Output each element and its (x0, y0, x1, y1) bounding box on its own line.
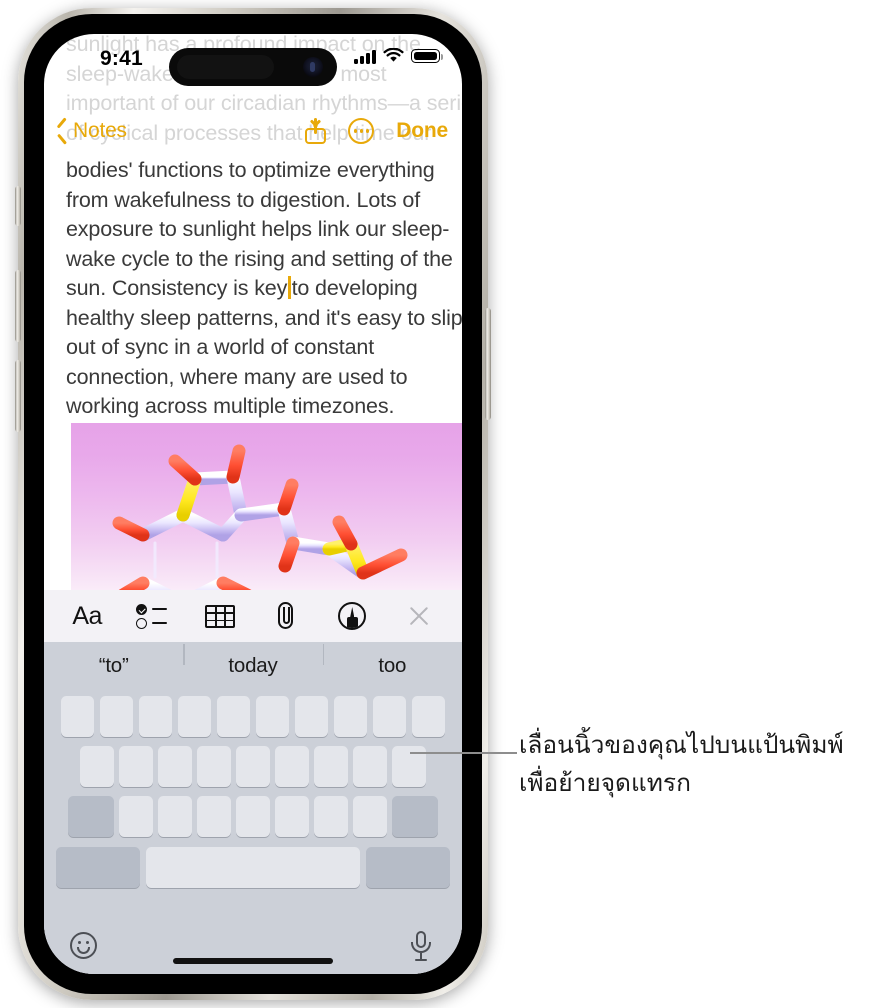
battery-full-icon (411, 49, 444, 63)
front-camera-icon (303, 57, 323, 77)
key[interactable] (275, 746, 309, 787)
molecule-illustration[interactable] (71, 423, 462, 595)
key[interactable] (158, 796, 192, 837)
back-to-notes-button[interactable]: Notes (56, 119, 127, 143)
key[interactable] (138, 696, 173, 737)
key[interactable] (216, 696, 251, 737)
share-icon[interactable] (305, 118, 327, 144)
power-button[interactable] (485, 308, 491, 420)
note-line: bodies' functions to optimize everything (66, 158, 435, 182)
screenshot-stage: sunlight has a profound impact on the sl… (0, 0, 875, 1008)
key[interactable] (275, 796, 309, 837)
note-text-body[interactable]: bodies' functions to optimize everything… (44, 156, 462, 422)
key[interactable] (177, 696, 212, 737)
suggestion-2[interactable]: too (322, 644, 462, 678)
wifi-icon (383, 48, 404, 62)
status-bar: 9:41 (44, 34, 462, 86)
key[interactable] (255, 696, 290, 737)
key[interactable] (314, 796, 348, 837)
suggestion-1[interactable]: today (183, 644, 322, 678)
return-key[interactable] (365, 847, 450, 888)
table-icon[interactable] (199, 598, 241, 634)
key[interactable] (99, 696, 134, 737)
device-screen: sunlight has a profound impact on the sl… (44, 34, 462, 974)
key[interactable] (236, 796, 270, 837)
shift-key[interactable] (67, 796, 114, 837)
chevron-left-icon (56, 122, 67, 141)
volume-down-button[interactable] (15, 360, 21, 432)
markup-pen-icon[interactable] (331, 598, 373, 634)
dynamic-island (169, 48, 337, 86)
predictive-text-bar: “to” today too (44, 642, 462, 690)
home-indicator[interactable] (173, 958, 333, 964)
key[interactable] (158, 746, 192, 787)
note-line-with-caret: sun. Consistency is key to developing (66, 274, 440, 304)
cellular-bars-icon (354, 49, 376, 64)
key[interactable] (236, 746, 270, 787)
note-line: out of sync in a world of constant (66, 335, 375, 359)
key[interactable] (197, 796, 231, 837)
key[interactable] (60, 696, 95, 737)
iphone-device: sunlight has a profound impact on the sl… (15, 8, 491, 1000)
note-line: wake cycle to the rising and setting of … (66, 246, 453, 271)
keyboard-bottom-bar (44, 926, 462, 974)
note-line: connection, where many are used to (66, 364, 408, 389)
text-insertion-caret (288, 276, 291, 299)
caret-line-suffix: to developing (291, 276, 418, 300)
volume-up-button[interactable] (15, 270, 21, 342)
note-line: working across multiple timezones. (66, 394, 395, 418)
dynamic-island-pill (177, 55, 274, 79)
status-indicators (354, 48, 444, 64)
done-button[interactable]: Done (396, 119, 448, 143)
format-text-label: Aa (72, 601, 102, 630)
note-line: exposure to sunlight helps link our slee… (66, 217, 450, 241)
numbers-key[interactable] (56, 847, 141, 888)
format-text-icon[interactable]: Aa (66, 598, 108, 634)
key[interactable] (333, 696, 368, 737)
callout-leader-line (410, 752, 517, 755)
key[interactable] (119, 746, 153, 787)
keyboard-row-3 (44, 787, 462, 837)
key[interactable] (372, 696, 407, 737)
attachment-paperclip-icon[interactable] (265, 598, 307, 634)
callout-line-1: เลื่อนนิ้วของคุณไปบนแป้นพิมพ์ (519, 730, 844, 759)
emoji-smiley-icon[interactable] (70, 932, 97, 959)
action-button[interactable] (15, 186, 21, 226)
callout-text: เลื่อนนิ้วของคุณไปบนแป้นพิมพ์ เพื่อย้ายจ… (519, 726, 869, 802)
caret-line-prefix: sun. Consistency is key (66, 276, 288, 300)
key[interactable] (119, 796, 153, 837)
checklist-icon[interactable] (132, 598, 174, 634)
keyboard-row-4 (44, 837, 462, 888)
note-format-toolbar: Aa (44, 590, 462, 642)
key[interactable] (411, 696, 446, 737)
back-label: Notes (73, 119, 127, 142)
close-icon[interactable] (398, 598, 440, 634)
key[interactable] (353, 746, 387, 787)
delete-key[interactable] (392, 796, 439, 837)
key[interactable] (197, 746, 231, 787)
note-line: healthy sleep patterns, and it's easy to… (66, 305, 462, 330)
keyboard-row-1 (44, 690, 462, 737)
callout-line-2: เพื่อย้ายจุดแทรก (519, 768, 691, 797)
note-nav-bar: Notes Done (44, 110, 462, 152)
space-key[interactable] (146, 847, 360, 888)
key[interactable] (353, 796, 387, 837)
key[interactable] (294, 696, 329, 737)
nav-actions: Done (305, 118, 448, 144)
microphone-icon[interactable] (410, 931, 432, 961)
suggestion-0[interactable]: “to” (44, 654, 183, 678)
status-time: 9:41 (100, 47, 143, 70)
note-line: from wakefulness to digestion. Lots of (66, 187, 421, 212)
keyboard-row-2 (44, 737, 462, 787)
more-circle-icon[interactable] (348, 118, 375, 144)
key[interactable] (314, 746, 348, 787)
key[interactable] (80, 746, 114, 787)
